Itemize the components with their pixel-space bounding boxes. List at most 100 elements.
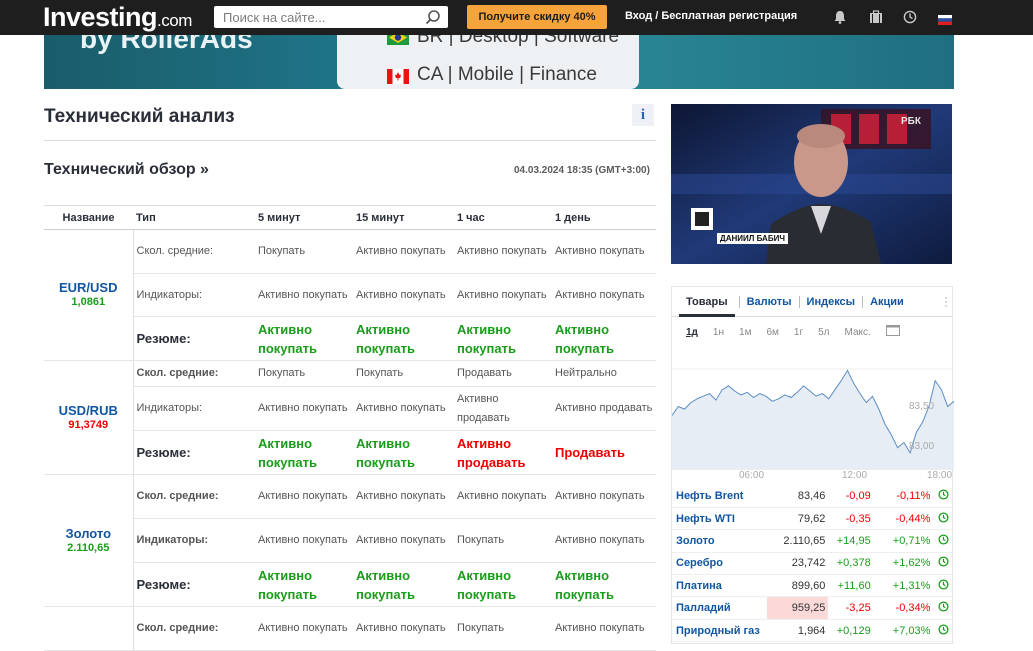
summary-cell: Активно продавать (454, 430, 552, 475)
search-icon[interactable] (425, 9, 441, 30)
commodity-value: 23,742 (766, 552, 829, 576)
more-options-icon[interactable]: · · · (944, 291, 948, 311)
table-row[interactable]: Нефть Brent 83,46 -0,09 -0,11% (672, 485, 954, 508)
clock-icon (933, 507, 954, 531)
commodity-value: 959,25 (766, 596, 829, 620)
instrument-link[interactable]: USD/RUB (44, 403, 133, 418)
row-type-label: Резюме: (133, 316, 255, 361)
period-selector: 1д 1н 1м 6м 1г 5л Макс. (672, 317, 952, 347)
commodity-change-pct: -0,11% (873, 485, 934, 508)
bell-icon[interactable] (834, 10, 846, 29)
period-max[interactable]: Макс. (845, 327, 871, 338)
instrument-price: 91,3749 (68, 418, 109, 431)
instrument-price: 1,0861 (71, 296, 106, 308)
period-1y[interactable]: 1г (794, 327, 803, 338)
signal-cell: Активно покупать (255, 518, 353, 563)
commodity-name-link[interactable]: Золото (672, 529, 767, 553)
ad-banner[interactable]: by RollerAds BR | Desktop | Software CA … (44, 35, 954, 89)
col-header-name: Название (44, 205, 133, 230)
tab-stocks[interactable]: Акции (863, 287, 911, 317)
instrument-link[interactable]: EUR/USD (44, 280, 133, 295)
commodity-name-link[interactable]: Природный газ (672, 619, 767, 643)
table-row[interactable]: Палладий 959,25 -3,25 -0,34% (672, 596, 954, 620)
signal-cell: Активно покупать (454, 229, 552, 274)
page-title: Технический анализ (44, 106, 235, 127)
table-row: Индикаторы: Активно покупать Активно пок… (44, 518, 656, 563)
row-type-label: Индикаторы: (133, 273, 255, 317)
commodities-table: Нефть Brent 83,46 -0,09 -0,11% Нефть WTI 79,6… (672, 485, 954, 643)
overview-title-link[interactable]: Технический обзор » (44, 161, 209, 179)
commodity-name-link[interactable]: Платина (672, 574, 767, 598)
commodity-name-link[interactable]: Нефть WTI (672, 507, 767, 531)
col-header-1d: 1 день (552, 205, 656, 230)
chart-expand-icon[interactable] (885, 323, 900, 341)
signal-cell: Покупать (454, 518, 552, 563)
clock-icon[interactable] (903, 10, 917, 29)
y-tick-label: 83,00 (909, 441, 934, 452)
signal-cell: Активно покупать (353, 273, 454, 317)
canada-flag-icon (387, 68, 409, 84)
instrument-link[interactable]: Золото (44, 526, 133, 541)
clock-icon (933, 529, 954, 553)
period-1w[interactable]: 1н (713, 327, 724, 338)
table-row[interactable]: Нефть WTI 79,62 -0,35 -0,44% (672, 507, 954, 531)
commodity-value: 1,964 (766, 619, 829, 643)
banner-row-1: BR | Desktop | Software (387, 35, 619, 48)
commodity-value: 899,60 (766, 574, 829, 598)
portfolio-icon[interactable] (869, 10, 883, 29)
signal-cell: Активно покупать (454, 273, 552, 317)
table-row: Индикаторы: Активно покупать Активно пок… (44, 386, 656, 431)
summary-cell: Активно покупать (255, 430, 353, 475)
signal-cell: Активно продавать (552, 386, 656, 431)
commodity-change: -0,35 (828, 507, 874, 531)
tab-indices[interactable]: Индексы (800, 287, 863, 317)
search-box[interactable] (214, 6, 448, 28)
russian-flag-icon[interactable] (938, 12, 952, 30)
chart-area (672, 370, 954, 469)
clock-icon (933, 485, 954, 508)
signal-cell: Покупать (353, 360, 454, 387)
channel-logo: РБК (901, 116, 921, 127)
row-type-label: Скол. средние: (133, 474, 255, 519)
commodity-change: +14,95 (828, 529, 874, 553)
summary-cell: Продавать (552, 430, 656, 475)
commodity-name-link[interactable]: Серебро (672, 552, 767, 576)
instrument-cell: USD/RUB 91,3749 (44, 360, 134, 475)
table-row[interactable]: Природный газ 1,964 +0,129 +7,03% (672, 619, 954, 643)
commodity-value: 2.110,65 (766, 529, 829, 553)
technical-summary-table: Название Тип 5 минут 15 минут 1 час 1 де… (44, 205, 656, 651)
signal-cell: Покупать (255, 360, 353, 387)
signal-cell: Нейтрально (552, 360, 656, 387)
banner-brand: by RollerAds (80, 35, 253, 54)
row-type-label: Индикаторы: (133, 518, 255, 563)
price-chart[interactable]: 83,50 83,00 06:00 12:00 18:00 (672, 359, 954, 479)
summary-cell: Активно покупать (353, 430, 454, 475)
x-tick-label: 06:00 (739, 470, 764, 479)
promo-button[interactable]: Получите скидку 40% (467, 5, 607, 29)
table-row: Резюме: Активно покупать Активно покупат… (44, 316, 656, 361)
signal-cell: Продавать (454, 360, 552, 387)
info-icon[interactable]: i (632, 104, 654, 126)
tab-currencies[interactable]: Валюты (740, 287, 799, 317)
commodity-name-link[interactable]: Палладий (672, 596, 767, 620)
summary-cell: Активно покупать (353, 316, 454, 361)
divider (44, 140, 656, 141)
signal-cell: Активно покупать (353, 474, 454, 519)
investing-logo[interactable]: Investing.com (43, 2, 192, 33)
table-row[interactable]: Серебро 23,742 +0,378 +1,62% (672, 552, 954, 576)
period-6m[interactable]: 6м (766, 327, 778, 338)
period-1d[interactable]: 1д (686, 327, 698, 338)
commodity-change-pct: -0,44% (873, 507, 934, 531)
commodity-name-link[interactable]: Нефть Brent (672, 485, 767, 508)
commodity-change: -3,25 (828, 596, 874, 620)
login-link[interactable]: Вход / Бесплатная регистрация (625, 10, 797, 22)
tab-commodities[interactable]: Товары (679, 287, 735, 317)
video-player[interactable]: РБК ДАНИИЛ БАБИЧ (671, 104, 952, 264)
table-row[interactable]: Платина 899,60 +11,60 +1,31% (672, 574, 954, 598)
search-input[interactable] (223, 9, 418, 25)
table-row[interactable]: Золото 2.110,65 +14,95 +0,71% (672, 529, 954, 553)
period-5y[interactable]: 5л (818, 327, 829, 338)
signal-cell: Активно покупать (255, 273, 353, 317)
period-1m[interactable]: 1м (739, 327, 751, 338)
commodity-change-pct: +0,71% (873, 529, 934, 553)
